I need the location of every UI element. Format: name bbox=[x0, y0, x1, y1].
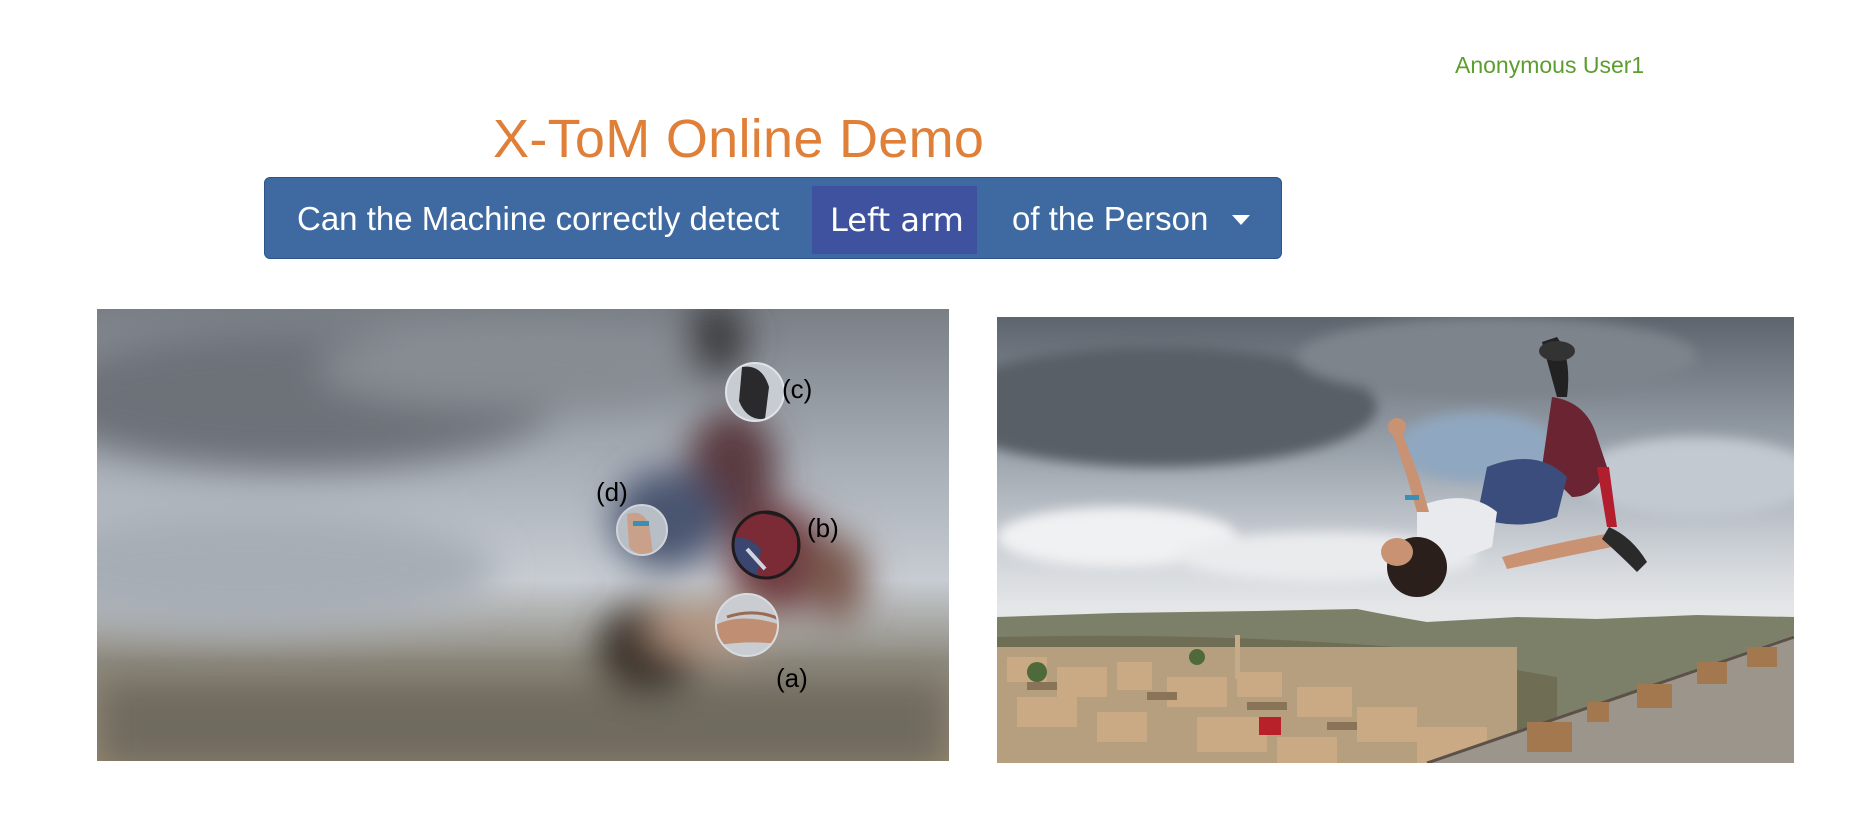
original-image bbox=[997, 317, 1794, 763]
question-prefix: Can the Machine correctly detect bbox=[297, 200, 780, 237]
explanation-image: (c) (d) (b) (a) bbox=[97, 309, 949, 761]
backflip-photo bbox=[997, 317, 1794, 763]
question-dropdown[interactable]: Can the Machine correctly detect Left ar… bbox=[264, 177, 1282, 259]
label-c: (c) bbox=[782, 374, 813, 404]
label-b: (b) bbox=[807, 513, 839, 543]
page-title: X-ToM Online Demo bbox=[493, 109, 985, 169]
caret-down-icon[interactable] bbox=[1232, 215, 1250, 225]
label-a: (a) bbox=[776, 663, 808, 693]
question-suffix: of the Person bbox=[1012, 200, 1209, 237]
user-name-link[interactable]: Anonymous User1 bbox=[1455, 52, 1644, 79]
label-d: (d) bbox=[596, 477, 628, 507]
selected-part-select[interactable]: Left arm bbox=[812, 186, 977, 254]
